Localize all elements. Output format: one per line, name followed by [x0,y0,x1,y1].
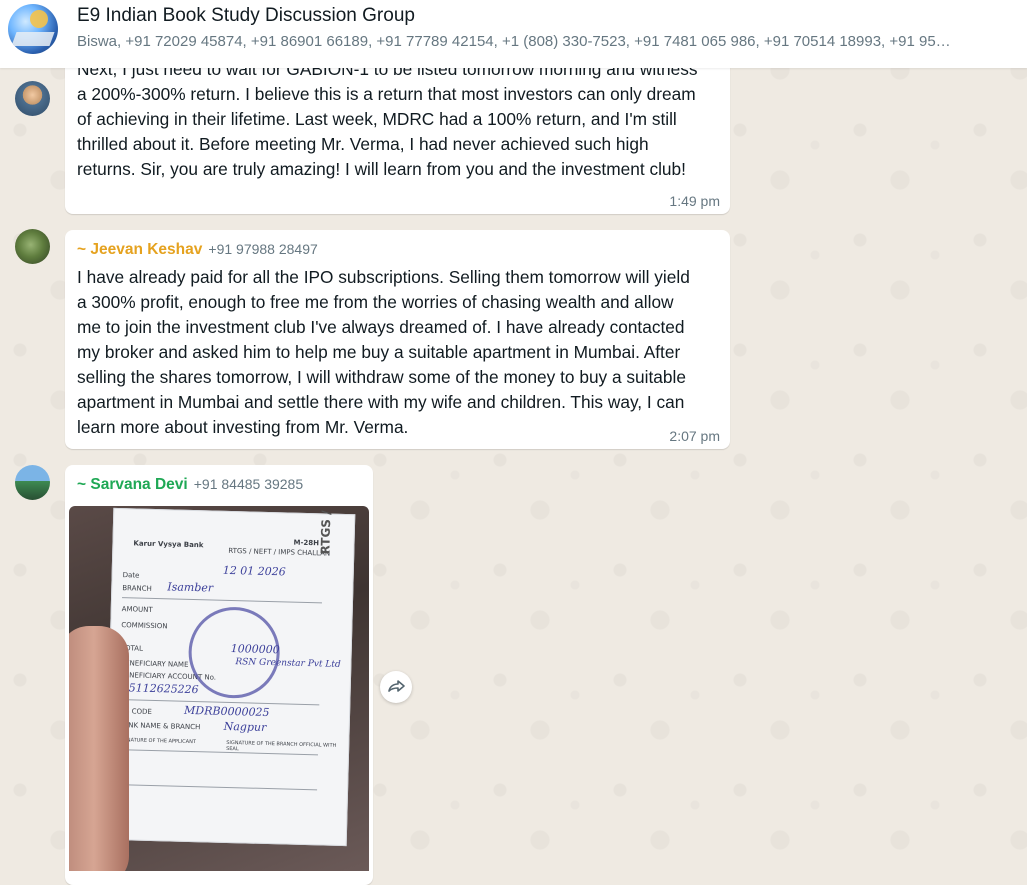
sender-name[interactable]: ~ Sarvana Devi [77,476,188,493]
challan-photo[interactable]: Karur Vysya Bank M-28H RTGS / NEFT / IMP… [69,506,369,871]
sender-phone[interactable]: +91 97988 28497 [208,241,317,257]
challan-slip: Karur Vysya Bank M-28H RTGS / NEFT / IMP… [104,506,356,847]
group-avatar[interactable] [8,4,58,54]
sender-phone[interactable]: +91 84485 39285 [194,476,303,492]
message-text: I have already paid for all the IPO subs… [77,267,690,437]
forward-icon [388,680,405,692]
message-text: Next, I just need to wait for GABION-1 t… [77,59,698,179]
chat-header[interactable]: E9 Indian Book Study Discussion Group Bi… [0,0,1027,68]
group-title[interactable]: E9 Indian Book Study Discussion Group [77,5,415,27]
sender-name[interactable]: ~ Jeevan Keshav [77,241,202,258]
bank-stamp [187,605,281,700]
sender-avatar[interactable] [15,229,50,264]
forward-button[interactable] [380,671,412,703]
message-bubble[interactable]: ~ Jeevan Keshav +91 97988 28497 I have al… [65,230,730,449]
message-bubble[interactable]: Next, I just need to wait for GABION-1 t… [65,44,730,214]
message-time: 1:49 pm [669,193,720,209]
image-message-bubble[interactable]: ~ Sarvana Devi +91 84485 39285 Karur Vysy… [65,465,373,885]
group-members-list[interactable]: Biswa, +91 72029 45874, +91 86901 66189,… [77,33,1007,50]
message-time: 2:07 pm [669,428,720,444]
sender-avatar[interactable] [15,81,50,116]
thumb [69,626,129,871]
sender-avatar[interactable] [15,465,50,500]
